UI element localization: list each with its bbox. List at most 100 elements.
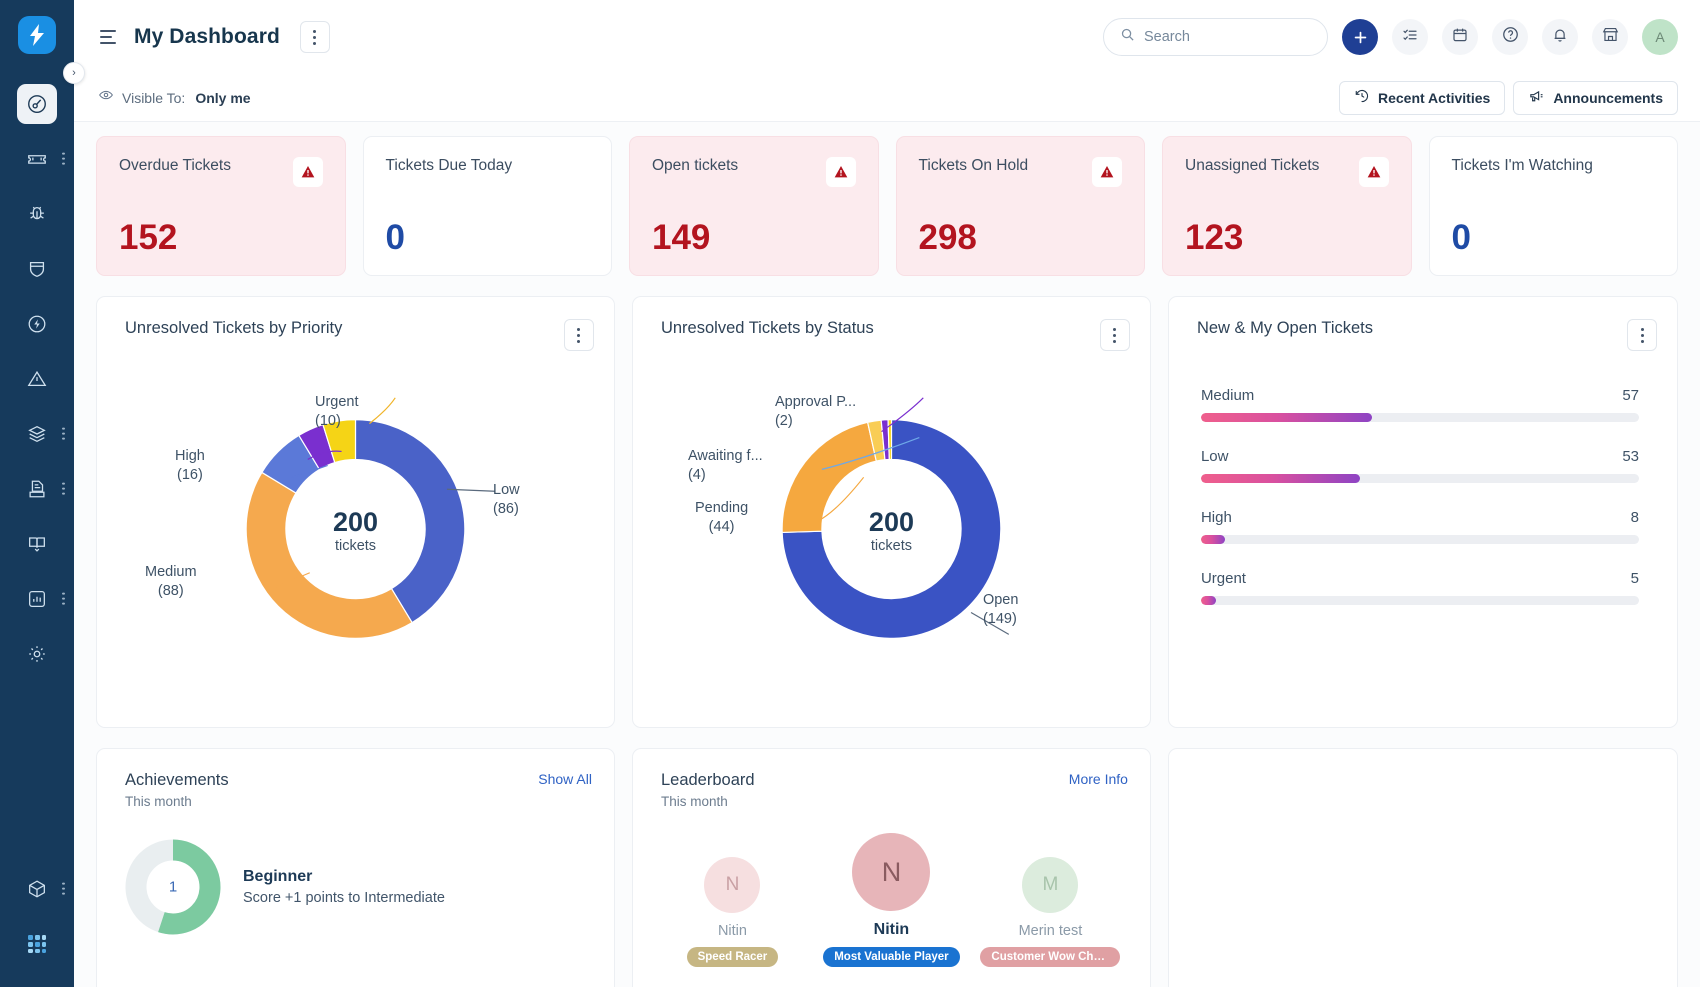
flash-circle-icon xyxy=(17,304,57,344)
sidebar-item-apps-grid[interactable] xyxy=(0,916,74,971)
priority-bar-fill xyxy=(1201,535,1225,544)
dashboard-canvas: Overdue Tickets 152 Tickets Due Today 0 xyxy=(74,122,1700,987)
priority-bar-row[interactable]: Urgent5 xyxy=(1201,570,1639,605)
priority-bar-track xyxy=(1201,413,1639,422)
kpi-value: 123 xyxy=(1185,220,1389,255)
search-input[interactable] xyxy=(1144,29,1311,45)
card-empty-slot xyxy=(1168,748,1678,987)
priority-donut-chart[interactable]: 200 tickets Urgent(10) High(16) Low(86) xyxy=(97,351,614,711)
sidebar-item-admin[interactable] xyxy=(0,626,74,681)
rail-kebab[interactable] xyxy=(62,482,65,495)
leaderboard-title: Leaderboard xyxy=(661,771,755,790)
priority-bar-value: 8 xyxy=(1631,509,1639,526)
kpi-card-tickets-watching[interactable]: Tickets I'm Watching 0 xyxy=(1429,136,1679,276)
sidebar-item-problems[interactable] xyxy=(0,186,74,241)
achievements-title: Achievements xyxy=(125,771,229,790)
priority-bar-fill xyxy=(1201,413,1372,422)
leaderboard-player[interactable]: NNitinMost Valuable Player xyxy=(821,833,961,972)
player-avatar: N xyxy=(852,833,930,911)
top-bar: My Dashboard xyxy=(74,0,1700,74)
priority-bar-track xyxy=(1201,596,1639,605)
priority-bars-list: Medium57 Low53 High8 Urgent5 xyxy=(1169,351,1677,605)
player-name: Merin test xyxy=(980,923,1120,939)
leaderboard-players: NNitinSpeed RacerNNitinMost Valuable Pla… xyxy=(633,809,1150,972)
sidebar-item-solutions[interactable] xyxy=(0,516,74,571)
bug-icon xyxy=(17,194,57,234)
tasks-button[interactable] xyxy=(1392,19,1428,55)
sidebar-item-dashboard[interactable] xyxy=(0,76,74,131)
cube-icon xyxy=(17,869,57,909)
card-options-button[interactable] xyxy=(1100,319,1130,351)
alert-triangle-icon xyxy=(17,359,57,399)
rail-collapse-button[interactable]: › xyxy=(63,62,85,84)
announcements-label: Announcements xyxy=(1553,90,1663,106)
donut-label-pending: Pending(44) xyxy=(695,499,748,536)
main-area: My Dashboard xyxy=(74,0,1700,987)
alert-badge xyxy=(826,157,856,187)
left-nav-rail: › xyxy=(0,0,74,987)
sidebar-item-incidents[interactable] xyxy=(0,351,74,406)
app-logo[interactable] xyxy=(18,16,56,54)
visibility-bar: Visible To: Only me Recent Activities An… xyxy=(74,74,1700,122)
sidebar-item-assets[interactable] xyxy=(0,406,74,461)
priority-bar-row[interactable]: High8 xyxy=(1201,509,1639,544)
search-box[interactable] xyxy=(1103,18,1328,56)
card-options-button[interactable] xyxy=(564,319,594,351)
priority-bar-value: 57 xyxy=(1622,387,1639,404)
leaderboard-player[interactable]: MMerin testCustomer Wow Champ... xyxy=(980,857,1120,972)
priority-bar-value: 53 xyxy=(1622,448,1639,465)
sidebar-item-releases[interactable] xyxy=(0,296,74,351)
card-options-button[interactable] xyxy=(1627,319,1657,351)
achievement-description: Score +1 points to Intermediate xyxy=(243,890,445,906)
kpi-value: 0 xyxy=(386,220,590,255)
leaderboard-player[interactable]: NNitinSpeed Racer xyxy=(662,857,802,972)
kpi-card-unassigned-tickets[interactable]: Unassigned Tickets 123 xyxy=(1162,136,1412,276)
notifications-button[interactable] xyxy=(1542,19,1578,55)
player-badge: Most Valuable Player xyxy=(823,947,959,967)
kpi-card-tickets-on-hold[interactable]: Tickets On Hold 298 xyxy=(896,136,1146,276)
alert-badge xyxy=(1359,157,1389,187)
show-all-link[interactable]: Show All xyxy=(538,771,592,787)
announcements-button[interactable]: Announcements xyxy=(1513,81,1678,115)
rail-kebab[interactable] xyxy=(62,427,65,440)
dashboard-gauge-icon xyxy=(17,84,57,124)
donut-label-approval-pending: Approval P...(2) xyxy=(775,393,856,430)
kpi-value: 152 xyxy=(119,220,323,255)
marketplace-button[interactable] xyxy=(1592,19,1628,55)
user-avatar[interactable]: A xyxy=(1642,19,1678,55)
help-button[interactable] xyxy=(1492,19,1528,55)
card-title: Unresolved Tickets by Priority xyxy=(125,319,342,338)
donut-label-low: Low(86) xyxy=(493,481,520,518)
app-grid-icon xyxy=(17,924,57,964)
priority-bar-row[interactable]: Medium57 xyxy=(1201,387,1639,422)
hamburger-icon[interactable] xyxy=(96,26,120,48)
priority-bar-fill xyxy=(1201,474,1360,483)
player-avatar: N xyxy=(704,857,760,913)
priority-bar-row[interactable]: Low53 xyxy=(1201,448,1639,483)
sidebar-item-analytics[interactable] xyxy=(0,571,74,626)
search-icon xyxy=(1120,27,1135,47)
store-icon xyxy=(1601,25,1620,49)
sidebar-item-changes[interactable] xyxy=(0,241,74,296)
sidebar-item-contracts[interactable] xyxy=(0,461,74,516)
kpi-card-open-tickets[interactable]: Open tickets 149 xyxy=(629,136,879,276)
visible-to-value: Only me xyxy=(195,90,250,106)
card-title: Unresolved Tickets by Status xyxy=(661,319,874,338)
kpi-card-overdue-tickets[interactable]: Overdue Tickets 152 xyxy=(96,136,346,276)
create-new-button[interactable] xyxy=(1342,19,1378,55)
alert-badge xyxy=(293,157,323,187)
rail-kebab[interactable] xyxy=(62,882,65,895)
status-donut-chart[interactable]: 200 tickets Approval P...(2) Awaiting f.… xyxy=(633,351,1150,711)
kpi-value: 0 xyxy=(1452,220,1656,255)
kpi-card-tickets-due-today[interactable]: Tickets Due Today 0 xyxy=(363,136,613,276)
recent-activities-button[interactable]: Recent Activities xyxy=(1339,81,1505,115)
calendar-button[interactable] xyxy=(1442,19,1478,55)
gear-icon xyxy=(17,634,57,674)
more-info-link[interactable]: More Info xyxy=(1069,771,1128,787)
rail-kebab[interactable] xyxy=(62,152,65,165)
rail-kebab[interactable] xyxy=(62,592,65,605)
sidebar-item-marketplace-cube[interactable] xyxy=(0,861,74,916)
dashboard-options-button[interactable] xyxy=(300,21,330,53)
layers-icon xyxy=(17,414,57,454)
sidebar-item-tickets[interactable] xyxy=(0,131,74,186)
